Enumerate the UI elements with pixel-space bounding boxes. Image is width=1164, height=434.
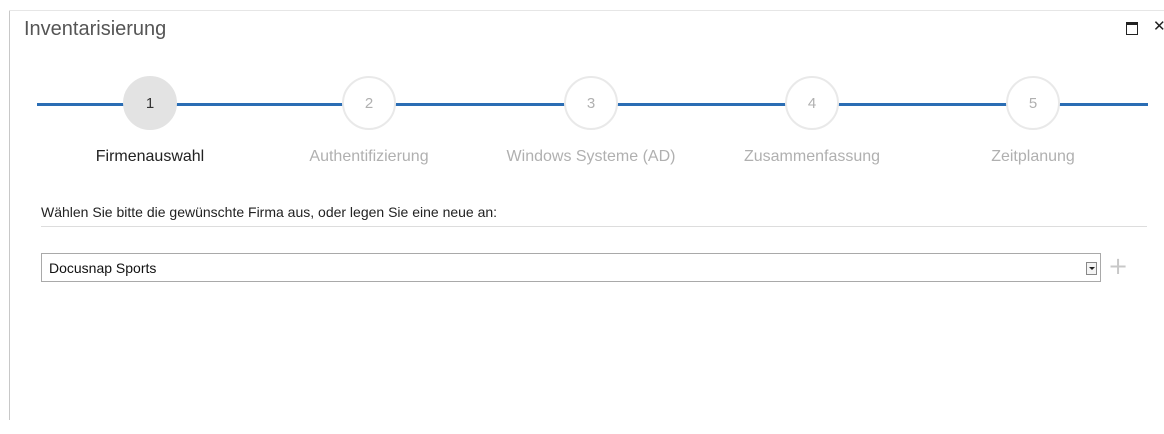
wizard-step-4[interactable]: 4 Zusammenfassung [722,76,902,166]
company-select-value: Docusnap Sports [49,260,157,276]
step-circle: 1 [123,76,177,130]
step-circle: 2 [342,76,396,130]
company-select[interactable]: Docusnap Sports [41,253,1101,282]
plus-icon: + [1107,252,1129,280]
section-divider [41,226,1147,227]
wizard-step-2[interactable]: 2 Authentifizierung [279,76,459,166]
wizard-step-1[interactable]: 1 Firmenauswahl [60,76,240,166]
dropdown-arrow-button[interactable] [1086,262,1097,275]
step-label: Zeitplanung [991,148,1075,165]
window-left-border [9,10,10,420]
maximize-button[interactable] [1126,20,1138,35]
chevron-down-icon [1089,267,1095,270]
instruction-text: Wählen Sie bitte die gewünschte Firma au… [41,204,498,220]
add-company-button[interactable]: + [1101,253,1135,282]
step-circle: 4 [785,76,839,130]
step-circle: 3 [564,76,618,130]
close-button[interactable]: ✕ [1153,18,1164,35]
inventory-wizard-window: Inventarisierung ✕ 1 Firmenauswahl 2 Aut… [0,0,1164,434]
close-icon: ✕ [1153,18,1164,35]
wizard-step-3[interactable]: 3 Windows Systeme (AD) [501,76,681,166]
step-label: Firmenauswahl [95,148,205,165]
step-label: Authentifizierung [309,148,429,165]
maximize-icon [1126,22,1138,35]
step-label: Windows Systeme (AD) [506,148,676,165]
window-top-border [9,10,1164,11]
step-circle: 5 [1006,76,1060,130]
wizard-step-5[interactable]: 5 Zeitplanung [943,76,1123,166]
window-title: Inventarisierung [24,18,167,40]
step-label: Zusammenfassung [743,148,881,165]
